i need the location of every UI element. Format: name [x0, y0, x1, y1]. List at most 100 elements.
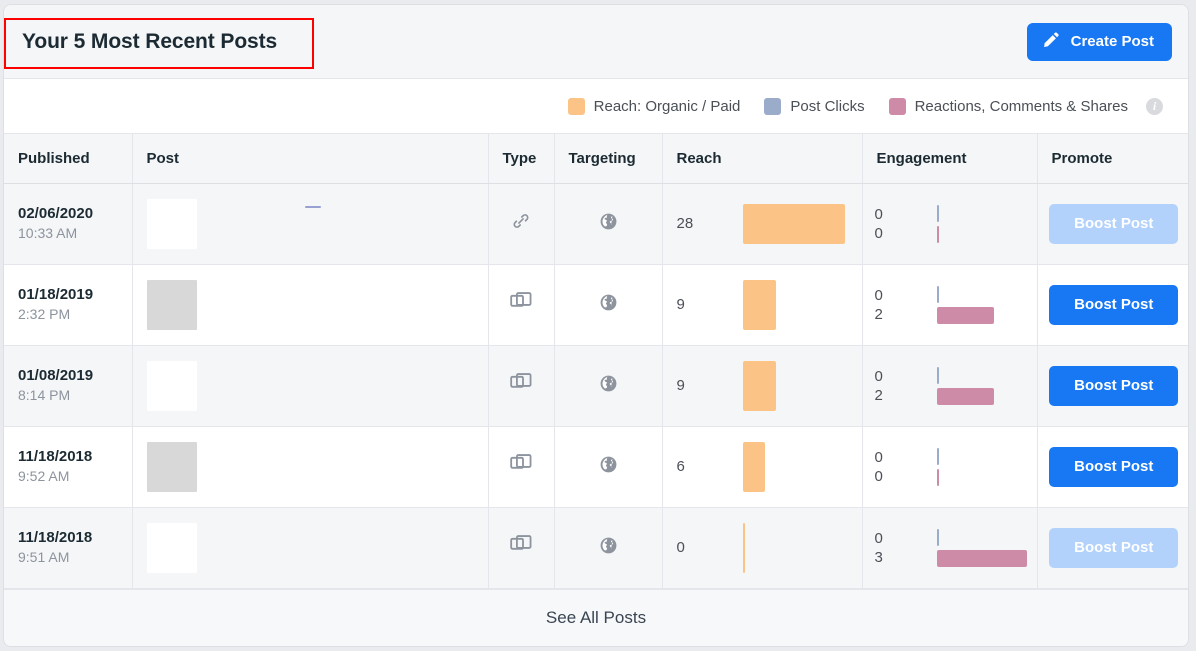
reach-value: 9	[676, 377, 685, 394]
see-all-posts-link[interactable]: See All Posts	[546, 608, 646, 628]
cell-type	[488, 426, 555, 508]
cell-published: 11/18/2018 9:51 AM	[4, 507, 133, 589]
column-header-published[interactable]: Published	[4, 134, 133, 184]
multi-photo-icon	[510, 373, 532, 398]
table-row[interactable]: 01/18/2019 2:32 PM 9 0 2 Boost Post	[4, 264, 1188, 346]
post-clicks-bar	[936, 285, 939, 303]
legend-swatch-reactions	[888, 97, 906, 115]
cell-type	[488, 507, 555, 589]
cell-type	[488, 183, 555, 265]
column-header-promote[interactable]: Promote	[1037, 134, 1188, 184]
globe-icon	[599, 536, 618, 560]
reactions-value: 3	[874, 548, 883, 566]
engagement-bars	[936, 366, 1037, 405]
reactions-value: 2	[874, 386, 883, 404]
cell-post[interactable]	[132, 264, 489, 346]
pencil-icon	[1042, 30, 1061, 53]
post-cell[interactable]	[133, 265, 488, 345]
published-time: 8:14 PM	[18, 387, 71, 403]
legend-item-post-clicks: Post Clicks	[764, 97, 865, 115]
published-cell: 11/18/2018 9:51 AM	[4, 528, 132, 567]
recent-posts-card: Your 5 Most Recent Posts Create Post Rea…	[3, 4, 1189, 647]
reach-cell: 6	[663, 427, 862, 507]
reach-bar	[742, 441, 765, 492]
table-row[interactable]: 11/18/2018 9:52 AM 6 0 0 Boost Post	[4, 426, 1188, 508]
column-header-engagement[interactable]: Engagement	[862, 134, 1038, 184]
cell-published: 01/08/2019 8:14 PM	[4, 345, 133, 427]
cell-engagement: 02	[862, 264, 1038, 346]
info-icon[interactable]: i	[1146, 97, 1163, 115]
cell-promote: Boost Post	[1037, 507, 1188, 589]
table-body: 02/06/2020 10:33 AM 28 0 0 Boost Post 01/18/20…	[4, 183, 1188, 589]
published-time: 9:51 AM	[18, 549, 70, 565]
cell-targeting	[554, 183, 663, 265]
engagement-values: 03	[875, 529, 937, 567]
reach-value: 6	[676, 458, 685, 475]
reach-cell: 0	[663, 508, 862, 588]
boost-post-button[interactable]: Boost Post	[1049, 284, 1179, 325]
post-clicks-value: 0	[874, 286, 883, 304]
post-thumbnail[interactable]	[146, 198, 197, 249]
engagement-cell: 02	[863, 265, 1037, 345]
post-cell[interactable]	[133, 427, 488, 507]
recent-posts-table: Published Post Type Targeting Reach Enga…	[4, 134, 1188, 589]
boost-post-button[interactable]: Boost Post	[1049, 365, 1179, 406]
cell-reach: 6	[662, 426, 863, 508]
insights-page: Your 5 Most Recent Posts Create Post Rea…	[0, 0, 1196, 651]
legend-label-post-clicks: Post Clicks	[790, 97, 865, 115]
table-row[interactable]: 02/06/2020 10:33 AM 28 0 0 Boost Post	[4, 183, 1188, 265]
cell-reach: 9	[662, 345, 863, 427]
post-preview-text	[219, 361, 488, 411]
reactions-bar	[936, 225, 939, 243]
boost-post-button: Boost Post	[1049, 527, 1179, 568]
engagement-bars	[936, 528, 1037, 567]
column-header-targeting[interactable]: Targeting	[554, 134, 663, 184]
reach-value: 9	[676, 296, 685, 313]
post-cell[interactable]	[133, 184, 488, 264]
post-clicks-bar	[936, 528, 939, 546]
published-date: 01/08/2019	[18, 367, 94, 384]
cell-post[interactable]	[132, 507, 489, 589]
post-clicks-bar	[936, 366, 939, 384]
cell-reach: 9	[662, 264, 863, 346]
cell-post[interactable]	[132, 345, 489, 427]
boost-post-button: Boost Post	[1049, 203, 1179, 244]
cell-published: 01/18/2019 2:32 PM	[4, 264, 133, 346]
cell-reach: 28	[662, 183, 863, 265]
cell-promote: Boost Post	[1037, 264, 1188, 346]
post-thumbnail[interactable]	[146, 522, 197, 573]
post-thumbnail[interactable]	[146, 279, 197, 330]
reach-cell: 9	[663, 265, 862, 345]
boost-post-button[interactable]: Boost Post	[1049, 446, 1179, 487]
reach-bar	[742, 522, 745, 573]
multi-photo-icon	[510, 454, 532, 479]
create-post-button[interactable]: Create Post	[1026, 22, 1172, 61]
globe-icon	[599, 455, 618, 479]
column-header-type[interactable]: Type	[488, 134, 555, 184]
cell-post[interactable]	[132, 183, 489, 265]
published-time: 2:32 PM	[18, 306, 71, 322]
column-header-reach[interactable]: Reach	[662, 134, 863, 184]
post-cell[interactable]	[133, 508, 488, 588]
reactions-value: 0	[874, 467, 883, 485]
link-icon	[511, 211, 531, 236]
published-date: 11/18/2018	[18, 448, 93, 465]
chart-legend: Reach: Organic / Paid Post Clicks Reacti…	[4, 79, 1188, 134]
post-clicks-value: 0	[874, 205, 883, 223]
engagement-values: 00	[875, 448, 937, 486]
post-thumbnail[interactable]	[146, 441, 197, 492]
reactions-bar	[936, 549, 1027, 567]
post-clicks-bar	[936, 204, 939, 222]
cell-post[interactable]	[132, 426, 489, 508]
post-thumbnail[interactable]	[146, 360, 197, 411]
post-clicks-value: 0	[874, 367, 883, 385]
cell-type	[488, 264, 555, 346]
post-cell[interactable]	[133, 346, 488, 426]
engagement-cell: 00	[863, 427, 1037, 507]
column-header-post[interactable]: Post	[132, 134, 489, 184]
legend-item-reactions: Reactions, Comments & Shares i	[888, 97, 1163, 115]
cell-engagement: 03	[862, 507, 1038, 589]
table-row[interactable]: 01/08/2019 8:14 PM 9 0 2 Boost Post	[4, 345, 1188, 427]
published-date: 01/18/2019	[18, 286, 94, 303]
table-row[interactable]: 11/18/2018 9:51 AM 0 0 3 Boost Post	[4, 507, 1188, 589]
